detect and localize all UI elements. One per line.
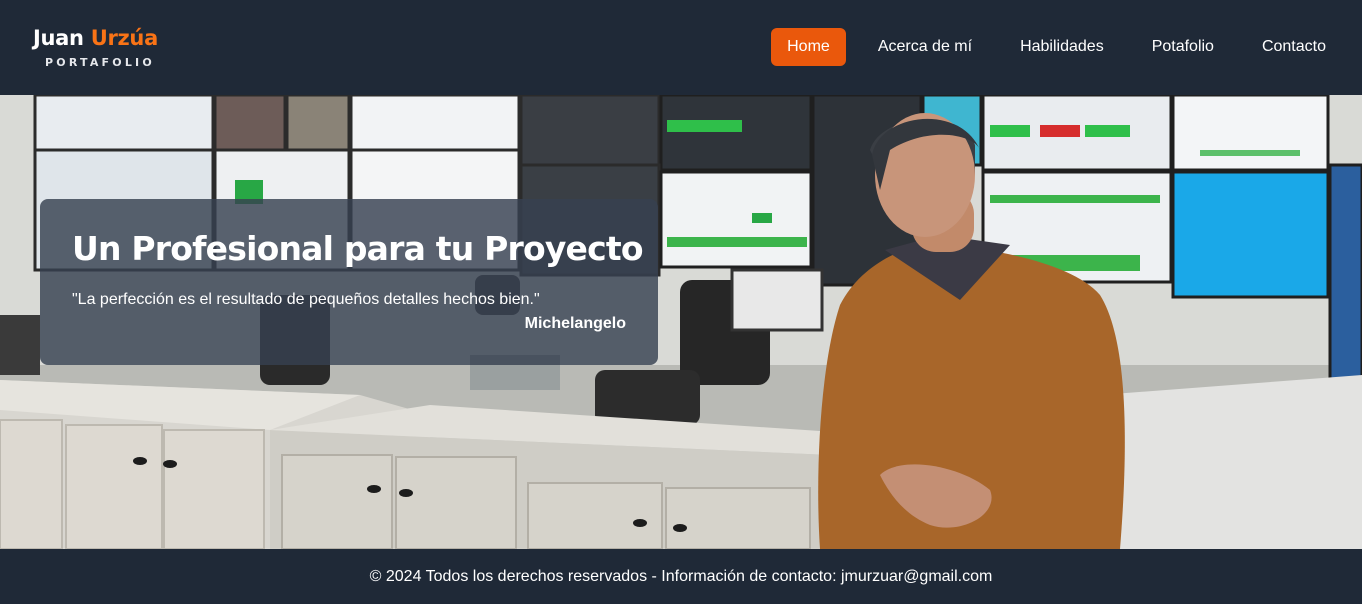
logo-first-name: Juan bbox=[33, 26, 84, 50]
logo-name: Juan Urzúa bbox=[33, 26, 173, 50]
logo-last-name: Urzúa bbox=[90, 26, 159, 50]
logo-subtitle: PORTAFOLIO bbox=[45, 56, 155, 69]
hero-card: Un Profesional para tu Proyecto "La perf… bbox=[40, 199, 658, 365]
hero-title: Un Profesional para tu Proyecto bbox=[72, 229, 644, 268]
nav-about[interactable]: Acerca de mí bbox=[862, 28, 988, 66]
hero-quote-author: Michelangelo bbox=[524, 315, 626, 332]
main-nav: Home Acerca de mí Habilidades Potafolio … bbox=[755, 27, 1342, 67]
site-footer: © 2024 Todos los derechos reservados - I… bbox=[0, 549, 1362, 604]
site-logo[interactable]: Juan Urzúa PORTAFOLIO bbox=[33, 26, 173, 69]
footer-copyright: © 2024 Todos los derechos reservados - I… bbox=[369, 567, 993, 585]
nav-contact[interactable]: Contacto bbox=[1246, 28, 1342, 66]
nav-home[interactable]: Home bbox=[771, 28, 846, 66]
hero-section: Un Profesional para tu Proyecto "La perf… bbox=[0, 95, 1362, 549]
site-header: Juan Urzúa PORTAFOLIO Home Acerca de mí … bbox=[0, 0, 1362, 95]
hero-quote: "La perfección es el resultado de pequeñ… bbox=[72, 291, 540, 308]
nav-skills[interactable]: Habilidades bbox=[1004, 28, 1120, 66]
nav-portfolio[interactable]: Potafolio bbox=[1136, 28, 1230, 66]
